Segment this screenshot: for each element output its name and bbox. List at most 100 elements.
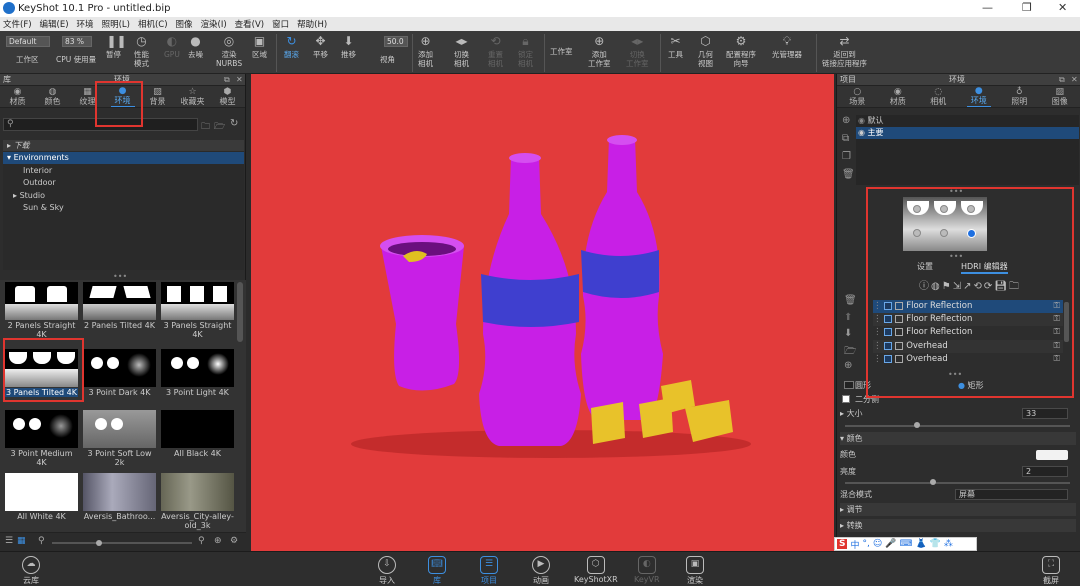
- studio-button[interactable]: 工作室: [550, 47, 573, 56]
- environment-item-default[interactable]: ◉ 默认: [856, 115, 1079, 127]
- add-camera-button[interactable]: ⊕ 添加 相机: [418, 34, 433, 68]
- duplicate-environment-icon[interactable]: ⧉: [842, 133, 849, 144]
- zoom-in-icon[interactable]: ⚲: [198, 536, 205, 546]
- performance-mode-button[interactable]: ◷ 性能 模式: [134, 34, 149, 68]
- tab-models[interactable]: ⬢ 模型: [210, 86, 245, 107]
- ime-voice-icon[interactable]: 🎤: [885, 539, 896, 549]
- thumb-2-panels-straight[interactable]: 2 Panels Straight 4K: [5, 282, 78, 339]
- menu-lighting[interactable]: 照明(L): [102, 18, 130, 30]
- lock-camera-button[interactable]: 🔒︎ 锁定 相机: [518, 34, 533, 68]
- ime-keyboard-icon[interactable]: ⌨: [899, 539, 912, 549]
- delete-layer-icon[interactable]: 🗑︎: [844, 295, 857, 306]
- library-button[interactable]: 📖︎ 库: [428, 556, 446, 586]
- render-nurbs-button[interactable]: ◎ 渲染 NURBS: [216, 34, 242, 68]
- thumb-3-point-light[interactable]: 3 Point Light 4K: [161, 349, 234, 400]
- folder-add-icon[interactable]: 🗁︎: [214, 119, 225, 135]
- tab-favorites[interactable]: ☆ 收藏夹: [175, 86, 210, 107]
- menu-window[interactable]: 窗口: [272, 18, 289, 30]
- ime-punctuation[interactable]: °,: [863, 539, 870, 549]
- ime-chinese-mode[interactable]: 中: [850, 538, 859, 551]
- grid-view-icon[interactable]: ▦: [17, 536, 26, 546]
- menu-camera[interactable]: 相机(C): [138, 18, 168, 30]
- tree-item-sun-sky[interactable]: Sun & Sky: [3, 202, 244, 215]
- link-app-button[interactable]: ⇄ 返回到 链接应用程序: [822, 34, 867, 68]
- size-slider-knob[interactable]: [914, 422, 920, 428]
- menu-view[interactable]: 查看(V): [235, 18, 264, 30]
- maximize-button[interactable]: ❐: [1022, 1, 1032, 14]
- move-up-icon[interactable]: ⬆: [844, 312, 852, 323]
- gpu-button[interactable]: ◐ GPU: [164, 34, 180, 59]
- fov-field[interactable]: 50.0: [384, 36, 408, 47]
- cloud-library-button[interactable]: ☁ 云库: [22, 556, 40, 586]
- blend-mode-select[interactable]: 屏幕: [955, 489, 1068, 500]
- add-studio-button[interactable]: ⊕ 添加 工作室: [588, 34, 611, 68]
- thumb-aversis-city-alley[interactable]: Aversis_City-alley-old_3k: [161, 473, 234, 530]
- target-icon[interactable]: ⊕: [844, 360, 852, 371]
- tab-image[interactable]: ▨ 图像: [1040, 86, 1080, 107]
- tab-materials[interactable]: ◉ 材质: [0, 86, 35, 107]
- ime-shirt-icon[interactable]: 👕: [930, 539, 941, 549]
- transform-section-header[interactable]: ▸ 转换: [840, 519, 1076, 532]
- ime-skin-icon[interactable]: 👗: [915, 539, 926, 549]
- brightness-slider-knob[interactable]: [930, 479, 936, 485]
- thumb-all-white[interactable]: All White 4K: [5, 473, 78, 524]
- float-icon[interactable]: ⧉: [224, 74, 230, 86]
- library-settings-icon[interactable]: ⚙: [230, 536, 238, 546]
- thumb-aversis-bathroom[interactable]: Aversis_Bathroo...: [83, 473, 156, 524]
- thumb-2-panels-tilted[interactable]: 2 Panels Tilted 4K: [83, 282, 156, 333]
- refresh-icon[interactable]: ↻: [230, 118, 238, 129]
- tab-backgrounds[interactable]: ▨ 背景: [140, 86, 175, 107]
- import-library-icon[interactable]: ⊕: [214, 536, 222, 546]
- tab-camera[interactable]: ◌ 相机: [918, 86, 959, 107]
- render-viewport[interactable]: [251, 74, 834, 551]
- menu-render[interactable]: 渲染(I): [201, 18, 227, 30]
- keyvr-button[interactable]: ◐ KeyVR: [634, 556, 660, 584]
- import-button[interactable]: ⇩ 导入: [378, 556, 396, 586]
- pause-button[interactable]: ❚❚ 暂停: [106, 34, 127, 59]
- move-down-icon[interactable]: ⬇: [844, 328, 852, 339]
- tab-project-materials[interactable]: ◉ 材质: [878, 86, 919, 107]
- ime-more-icon[interactable]: ⁂: [944, 539, 953, 549]
- thumbnail-size-knob[interactable]: [96, 540, 102, 546]
- color-swatch[interactable]: [1036, 450, 1068, 460]
- tab-lighting[interactable]: ♁ 照明: [999, 86, 1040, 107]
- animation-button[interactable]: ▶ 动画: [532, 556, 550, 586]
- switch-camera-button[interactable]: ◂▸ 切换 相机: [454, 34, 469, 68]
- tab-colors[interactable]: ◍ 颜色: [35, 86, 70, 107]
- switch-studio-button[interactable]: ◂▸ 切换 工作室: [626, 34, 649, 68]
- color-section-header[interactable]: ▾ 颜色: [840, 432, 1076, 445]
- menu-image[interactable]: 图像: [176, 18, 193, 30]
- tab-scene[interactable]: ○ 场景: [837, 86, 878, 107]
- geometry-view-button[interactable]: ⬡ 几何 视图: [698, 34, 713, 68]
- add-environment-icon[interactable]: ⊕: [842, 115, 850, 126]
- tree-item-outdoor[interactable]: Outdoor: [3, 177, 244, 190]
- reset-camera-button[interactable]: ⟲ 重置 相机: [488, 34, 503, 68]
- keyshotxr-button[interactable]: ⬡ KeyShotXR: [574, 556, 618, 584]
- menu-environment[interactable]: 环境: [77, 18, 94, 30]
- dolly-button[interactable]: ⬇ 推移: [341, 34, 356, 59]
- render-button[interactable]: ▣ 渲染: [686, 556, 704, 586]
- tree-item-interior[interactable]: Interior: [3, 165, 244, 178]
- ime-emoji-icon[interactable]: ☺: [873, 539, 882, 549]
- tree-item-environments[interactable]: ▾ Environments: [3, 152, 244, 165]
- tumble-button[interactable]: ↻ 翻滚: [284, 34, 299, 59]
- tab-project-environment[interactable]: ● 环境: [959, 86, 1000, 107]
- open-folder-icon[interactable]: 🗁︎: [844, 344, 856, 361]
- configurator-wizard-button[interactable]: ⚙ 配置程序 向导: [726, 34, 756, 68]
- size-value-field[interactable]: 33: [1022, 408, 1068, 419]
- cpu-usage-field[interactable]: 83 %: [62, 36, 92, 47]
- size-slider[interactable]: [845, 425, 1070, 427]
- thumbnail-size-slider[interactable]: [52, 542, 192, 544]
- menu-file[interactable]: 文件(F): [3, 18, 32, 30]
- thumb-3-point-medium[interactable]: 3 Point Medium 4K: [5, 410, 78, 467]
- tools-button[interactable]: ✂ 工具: [668, 34, 683, 59]
- float-icon[interactable]: ⧉: [1059, 74, 1065, 86]
- delete-environment-icon[interactable]: 🗑︎: [842, 169, 855, 180]
- denoise-button[interactable]: ● 去噪: [188, 34, 203, 59]
- thumbnail-scrollbar[interactable]: [237, 282, 243, 342]
- list-view-icon[interactable]: ☰: [5, 536, 13, 546]
- pan-button[interactable]: ✥ 平移: [313, 34, 328, 59]
- thumb-all-black[interactable]: All Black 4K: [161, 410, 234, 461]
- menu-edit[interactable]: 编辑(E): [40, 18, 69, 30]
- brightness-slider[interactable]: [845, 482, 1070, 484]
